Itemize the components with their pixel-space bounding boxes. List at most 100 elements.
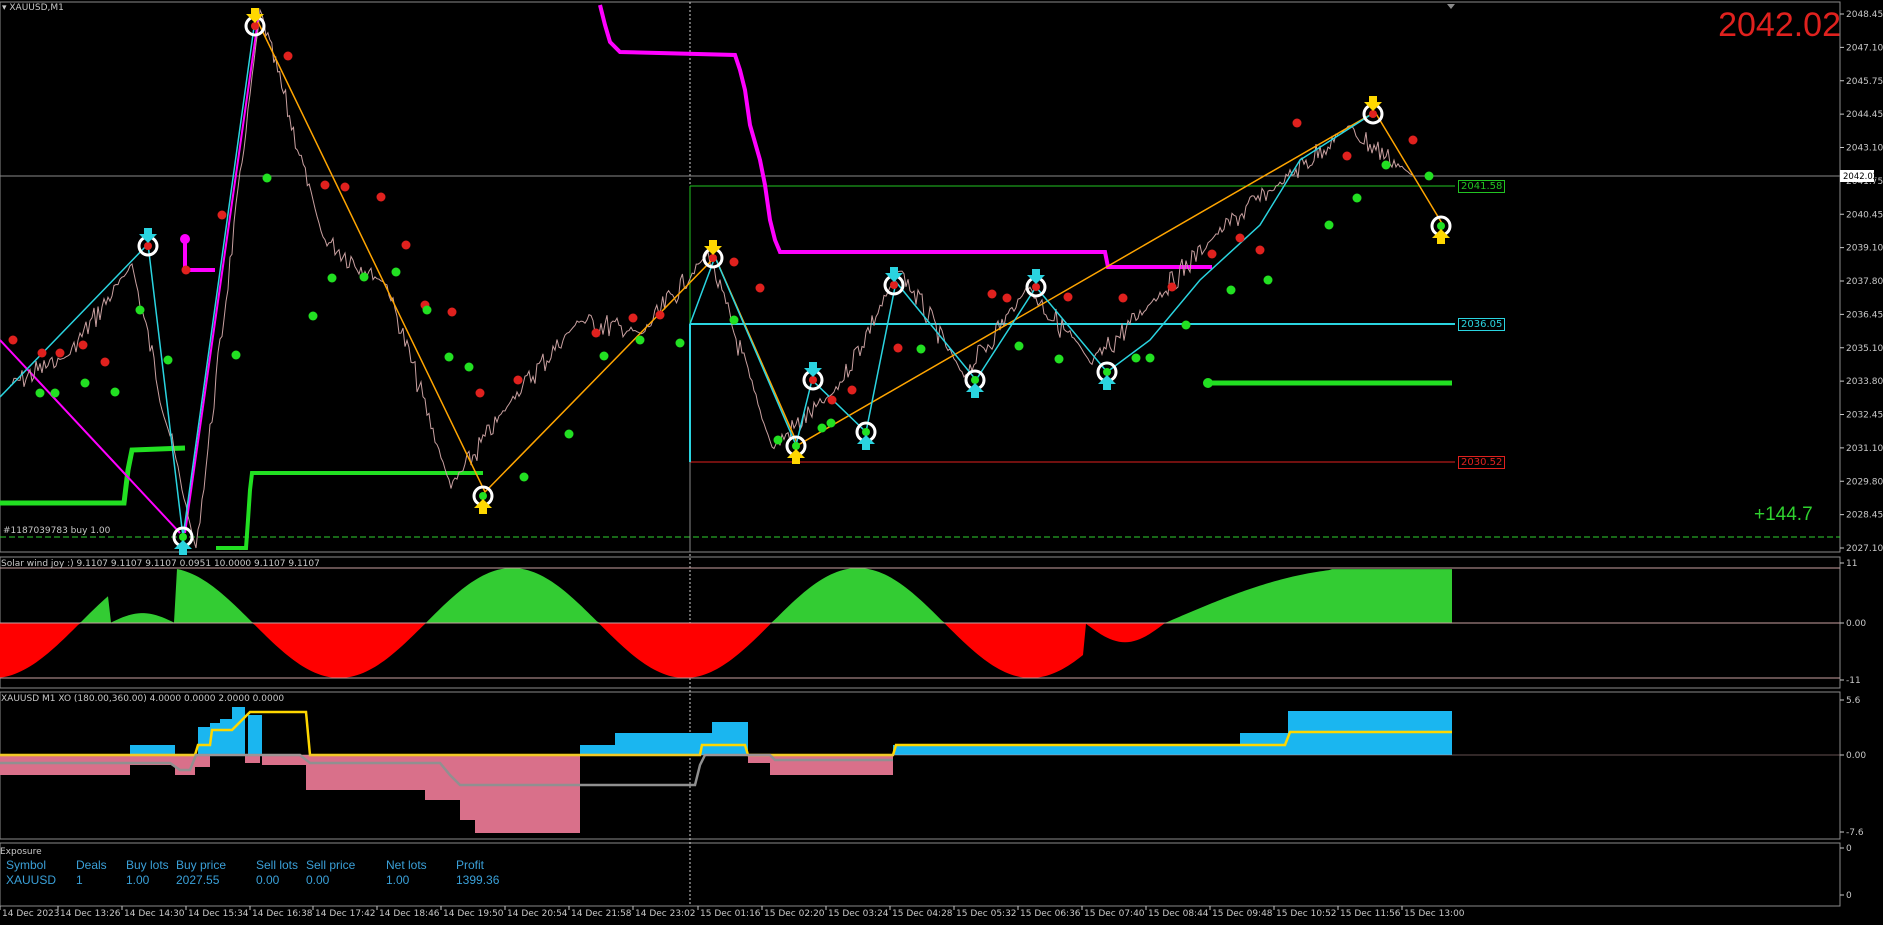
signal-arrow (802, 362, 824, 391)
ind1-positive-area (0, 568, 1452, 623)
signal-arrow (1362, 96, 1384, 125)
fractal-dot-red (513, 375, 523, 385)
time-tick-label: 14 Dec 21:58 (571, 909, 632, 919)
fractal-dot-red (1292, 118, 1302, 128)
fractal-dot-green (110, 387, 120, 397)
green-trail-left (0, 445, 186, 506)
exposure-data-row: XAUUSD 1 1.00 2027.55 0.00 0.00 1.00 139… (6, 873, 516, 888)
level-cyan-tag: 2036.05 (1458, 318, 1506, 331)
time-tick-label: 14 Dec 16:38 (252, 909, 313, 919)
time-tick-label: 14 Dec 17:42 (315, 909, 376, 919)
fractal-dot-green (444, 352, 454, 362)
price-tick-label: 2040.45 (1846, 210, 1883, 220)
xo-bar (232, 707, 245, 755)
fractal-dot-green (1014, 341, 1024, 351)
time-tick-label: 15 Dec 08:44 (1148, 909, 1209, 919)
ind2-tick-label: -7.6 (1846, 828, 1864, 838)
price-tick-label: 2047.10 (1846, 43, 1883, 53)
fractal-dot-green (1145, 353, 1155, 363)
fractal-dot-green (464, 362, 474, 372)
main-price-panel[interactable] (0, 1, 1841, 553)
xo-histogram (0, 707, 1452, 833)
fractal-dot-green (422, 305, 432, 315)
fractal-dot-red (55, 348, 65, 358)
fractal-dot-green (163, 355, 173, 365)
fractal-dot-red (893, 343, 903, 353)
ind1-tick-label: -11 (1846, 676, 1861, 686)
level-red-tag: 2030.52 (1458, 456, 1506, 469)
xo-bar (262, 755, 306, 765)
signal-arrow (1025, 269, 1047, 298)
xo-bar (893, 745, 1240, 755)
indicator1-title: Solar wind joy :) 9.1107 9.1107 9.1107 0… (1, 559, 320, 569)
price-tick-label: 2045.75 (1846, 77, 1883, 87)
big-price-display: 2042.02 (1718, 6, 1841, 44)
fractal-dot-red (1002, 293, 1012, 303)
xo-bar (712, 722, 748, 755)
fractal-dot-green (1381, 160, 1391, 170)
fractal-dot-red (655, 310, 665, 320)
xo-bar (198, 727, 210, 755)
time-tick-label: 14 Dec 18:46 (379, 909, 440, 919)
fractal-dot-red (1063, 292, 1073, 302)
fractal-dot-green (135, 305, 145, 315)
signal-arrow (855, 421, 877, 450)
fractal-dot-green (519, 472, 529, 482)
price-tick-label: 2043.10 (1846, 144, 1883, 154)
order-label[interactable]: #1187039783 buy 1.00 (3, 526, 110, 536)
fractal-dot-green (231, 350, 241, 360)
time-tick-label: 14 Dec 20:54 (507, 909, 568, 919)
fractal-dot-red (1255, 245, 1265, 255)
fractal-dot-red (100, 357, 110, 367)
fractal-dot-green (1352, 193, 1362, 203)
level-green-tag: 2041.58 (1458, 180, 1506, 193)
time-tick-label: 14 Dec 19:50 (443, 909, 504, 919)
signal-arrow (472, 485, 494, 514)
time-tick-label: 15 Dec 02:20 (764, 909, 825, 919)
trading-chart[interactable]: 2048.45 2047.10 2045.75 2044.45 2043.10 2041.… (0, 0, 1883, 925)
xo-bar (770, 755, 893, 775)
time-tick-label: 15 Dec 04:28 (892, 909, 953, 919)
fractal-dot-green (308, 311, 318, 321)
fractal-dot-green (50, 388, 60, 398)
fractal-dot-red (1235, 233, 1245, 243)
fractal-dot-green (1324, 220, 1334, 230)
time-tick-label: 14 Dec 2023 (2, 909, 60, 919)
exposure-title: Exposure (0, 847, 42, 857)
time-tick-label: 14 Dec 14:30 (124, 909, 185, 919)
xo-bar (248, 715, 262, 755)
scroll-marker-icon[interactable] (1447, 4, 1455, 9)
exposure-header-cell: Sell price (306, 858, 356, 872)
fractal-dot-red (283, 51, 293, 61)
symbol-title: ▾ XAUUSD,M1 (2, 3, 64, 13)
indicator2-panel[interactable] (0, 691, 1841, 840)
price-tick-label: 2027.10 (1846, 544, 1883, 554)
exposure-tick-label: 0 (1846, 844, 1852, 854)
time-tick-label: 15 Dec 10:52 (1276, 909, 1337, 919)
time-tick-label: 15 Dec 05:32 (956, 909, 1017, 919)
fractal-dot-red (1167, 282, 1177, 292)
exposure-header-cell: Buy lots (126, 858, 169, 872)
xo-bar (580, 745, 615, 755)
signal-arrow (137, 228, 159, 257)
time-tick-label: 15 Dec 03:24 (828, 909, 889, 919)
exposure-axis: 00 (1840, 844, 1852, 901)
time-tick-label: 14 Dec 23:02 (635, 909, 696, 919)
fractal-dot-green (262, 173, 272, 183)
fractal-dot-red (987, 289, 997, 299)
exposure-header-cell: Profit (456, 858, 485, 872)
xo-bar (615, 733, 700, 755)
exposure-cell: 0.00 (306, 873, 330, 887)
fractal-dot-red (1342, 151, 1352, 161)
time-tick-label: 15 Dec 07:40 (1084, 909, 1145, 919)
fractal-dot-red (475, 388, 485, 398)
xo-bar (130, 745, 175, 755)
zigzag-cyan (0, 19, 256, 538)
fractal-dot-green (327, 273, 337, 283)
indicator2-title: XAUUSD M1 XO (180.00,360.00) 4.0000 0.00… (1, 694, 285, 704)
fractal-dot-green (1054, 354, 1064, 364)
price-tick-label: 2031.10 (1846, 444, 1883, 454)
ind2-tick-label: 0.00 (1846, 751, 1866, 761)
ind1-tick-label: 0.00 (1846, 619, 1866, 629)
xo-bar (195, 755, 210, 767)
